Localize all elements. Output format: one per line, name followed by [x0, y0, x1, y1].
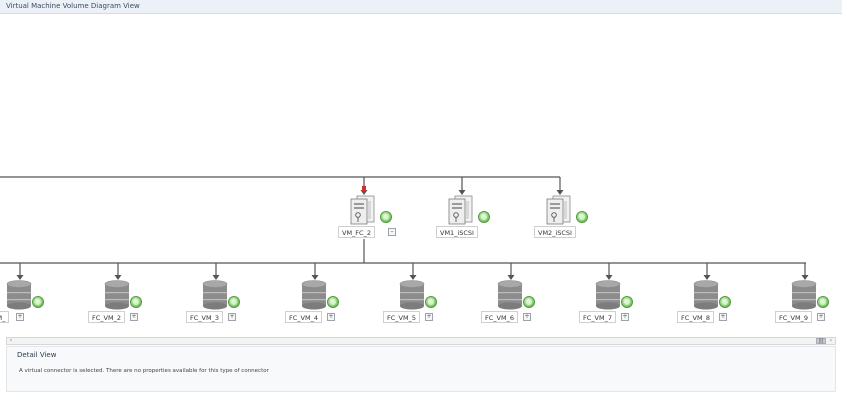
selected-connector-marker[interactable]	[362, 186, 366, 191]
vm-name-label: VM1_iSCSI	[436, 226, 478, 238]
scroll-thumb[interactable]: |||	[816, 338, 826, 344]
volume-name-label: FC_VM_3	[186, 311, 223, 323]
expand-toggle-icon[interactable]: +	[719, 313, 727, 321]
status-ok-icon	[478, 211, 490, 223]
diagram-canvas[interactable]: VM_FC_2 – VM1_iSCSI VM2_iSCSI VM_ +	[0, 14, 842, 337]
status-ok-icon	[523, 296, 535, 308]
vm-node[interactable]: VM2_iSCSI	[534, 195, 594, 239]
expand-toggle-icon[interactable]: +	[621, 313, 629, 321]
status-ok-icon	[228, 296, 240, 308]
vm-name-label: VM_FC_2	[338, 226, 375, 238]
status-ok-icon	[719, 296, 731, 308]
detail-view-panel: Detail View A virtual connector is selec…	[6, 346, 836, 392]
volume-name-label: FC_VM_7	[579, 311, 616, 323]
expand-toggle-icon[interactable]: +	[327, 313, 335, 321]
status-ok-icon	[327, 296, 339, 308]
status-ok-icon	[32, 296, 44, 308]
status-ok-icon	[621, 296, 633, 308]
volume-node[interactable]: FC_VM_9 +	[775, 280, 842, 324]
status-ok-icon	[130, 296, 142, 308]
volume-name-label: FC_VM_4	[285, 311, 322, 323]
vm-name-label: VM2_iSCSI	[534, 226, 576, 238]
volume-node[interactable]: FC_VM_4 +	[285, 280, 355, 324]
volume-node[interactable]: FC_VM_3 +	[186, 280, 256, 324]
detail-view-message: A virtual connector is selected. There a…	[19, 368, 269, 374]
scroll-right-arrow-icon[interactable]: ›	[827, 338, 835, 344]
expand-toggle-icon[interactable]: +	[523, 313, 531, 321]
volume-node[interactable]: FC_VM_5 +	[383, 280, 453, 324]
window-titlebar: Virtual Machine Volume Diagram View	[0, 0, 842, 14]
expand-toggle-icon[interactable]: +	[425, 313, 433, 321]
window-title: Virtual Machine Volume Diagram View	[6, 2, 140, 10]
expand-toggle-icon[interactable]: +	[130, 313, 138, 321]
detail-view-title: Detail View	[17, 351, 57, 359]
horizontal-scrollbar[interactable]: ‹ ||| ›	[6, 337, 836, 345]
volume-node[interactable]: FC_VM_2 +	[88, 280, 158, 324]
volume-node[interactable]: FC_VM_6 +	[481, 280, 551, 324]
expand-toggle-icon[interactable]: +	[817, 313, 825, 321]
volume-name-label: FC_VM_2	[88, 311, 125, 323]
status-ok-icon	[425, 296, 437, 308]
volume-name-label: FC_VM_9	[775, 311, 812, 323]
scroll-left-arrow-icon[interactable]: ‹	[7, 338, 15, 344]
status-ok-icon	[817, 296, 829, 308]
vm-node[interactable]: VM1_iSCSI	[436, 195, 496, 239]
volume-name-label: VM_	[0, 311, 10, 323]
status-ok-icon	[380, 211, 392, 223]
volume-name-label: FC_VM_6	[481, 311, 518, 323]
volume-node[interactable]: VM_ +	[0, 280, 60, 324]
status-ok-icon	[576, 211, 588, 223]
expand-toggle-icon[interactable]: +	[16, 313, 24, 321]
vm-node[interactable]: VM_FC_2 –	[338, 195, 398, 239]
volume-name-label: FC_VM_5	[383, 311, 420, 323]
collapse-toggle-icon[interactable]: –	[388, 228, 396, 236]
expand-toggle-icon[interactable]: +	[228, 313, 236, 321]
volume-name-label: FC_VM_8	[677, 311, 714, 323]
volume-node[interactable]: FC_VM_7 +	[579, 280, 649, 324]
volume-node[interactable]: FC_VM_8 +	[677, 280, 747, 324]
